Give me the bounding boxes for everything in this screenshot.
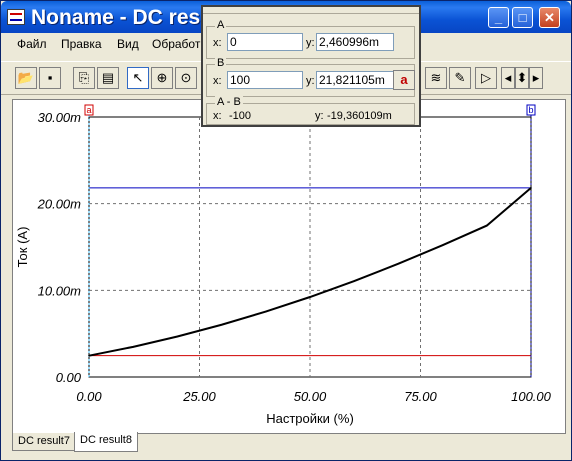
cursor-a-x-label: x: [213,37,222,49]
paste-icon[interactable]: ▤ [97,67,119,89]
close-button[interactable]: ✕ [539,7,560,28]
dc-result-chart[interactable]: 0.00 25.00 50.00 75.00 100.00 0.00 10.00m 20.00… [13,100,565,433]
copy-icon[interactable]: ⎘ [73,67,95,89]
menu-view[interactable]: Вид [117,37,139,51]
diff-y-label: y: [315,110,324,122]
y-tick-label: 10.00m [38,283,82,298]
cursor-diff-group: A - B x: -100 y: -19,360109m [206,96,415,125]
data-point [530,187,532,189]
cursor-b-y-label: y: [306,75,315,87]
cursor-b-group: B x: 100 y: 21,821105m a [206,57,415,97]
x-axis-title: Настройки (%) [266,411,354,426]
arrow-right-icon[interactable]: ▸ [529,67,543,89]
data-point [486,224,488,227]
cursor-a-group: A x: 0 y: 2,460996m [206,19,415,59]
cursor-a-x-field[interactable]: 0 [227,33,303,51]
diff-x-label: x: [213,110,222,122]
cursor-b-x-field[interactable]: 100 [227,71,303,89]
zoom-in-icon[interactable]: ⊕ [151,67,173,89]
data-point [220,323,223,326]
zoom-100-icon[interactable]: ⊙ [175,67,197,89]
flag-icon[interactable]: ▷ [475,67,497,89]
x-tick-label: 25.00 [182,389,216,404]
plot-panel[interactable]: 0.00 25.00 50.00 75.00 100.00 0.00 10.00m 20.00… [12,99,566,434]
menu-edit[interactable]: Правка [61,37,102,51]
menu-file[interactable]: Файл [17,37,47,51]
y-axis-title: Ток (А) [15,227,30,268]
cursor-readout-panel[interactable]: A x: 0 y: 2,460996m B x: 100 y: 21,82110… [201,5,421,127]
maximize-button[interactable]: □ [512,7,533,28]
data-point [265,310,267,313]
data-point [176,335,179,338]
swap-cursor-button[interactable]: a [393,70,415,90]
cursor-a-y-label: y: [306,37,315,49]
app-icon [7,9,25,25]
x-tick-label: 100.00 [511,389,552,404]
tab-bar: DC result7 DC result8 [12,432,564,455]
data-point [88,354,90,357]
panel-grip[interactable] [203,7,419,14]
cursor-a-y-field[interactable]: 2,460996m [316,33,394,51]
arrow-left-icon[interactable]: ◂ [501,67,515,89]
data-point [353,280,356,282]
open-folder-icon[interactable]: 📂 [15,67,37,89]
cursor-a-title: A [215,19,227,31]
data-point [309,296,311,298]
diff-y-value: -19,360109m [327,110,392,122]
cursor-b-x-label: x: [213,75,222,87]
y-tick-label: 30.00m [38,110,82,125]
menu-process[interactable]: Обработ [152,37,200,51]
y-tick-label: 0.00 [56,370,82,385]
minimize-button[interactable]: _ [488,7,509,28]
pointer-icon[interactable]: ↖ [127,67,149,89]
window-title: Noname - DC result [31,6,226,29]
cursor-a-label: a [86,105,91,115]
waveform-icon[interactable]: ≋ [425,67,447,89]
probe-icon[interactable]: ✎ [449,67,471,89]
x-tick-label: 75.00 [404,389,437,404]
cursor-b-y-field[interactable]: 21,821105m [316,71,394,89]
data-point [397,262,400,265]
data-point [441,244,444,246]
tab-dc-result7[interactable]: DC result7 [12,433,76,451]
y-tick-label: 20.00m [37,197,82,212]
cursor-diff-title: A - B [215,96,243,108]
diff-x-value: -100 [229,110,252,122]
data-point [132,346,134,348]
cursor-b-label: b [528,105,533,115]
arrow-updown-icon[interactable]: ⬍ [515,67,529,89]
save-icon[interactable]: ▪ [39,67,61,89]
x-tick-label: 50.00 [294,389,327,404]
tab-dc-result8[interactable]: DC result8 [74,432,138,452]
cursor-b-title: B [215,57,227,69]
x-tick-label: 0.00 [76,389,102,404]
